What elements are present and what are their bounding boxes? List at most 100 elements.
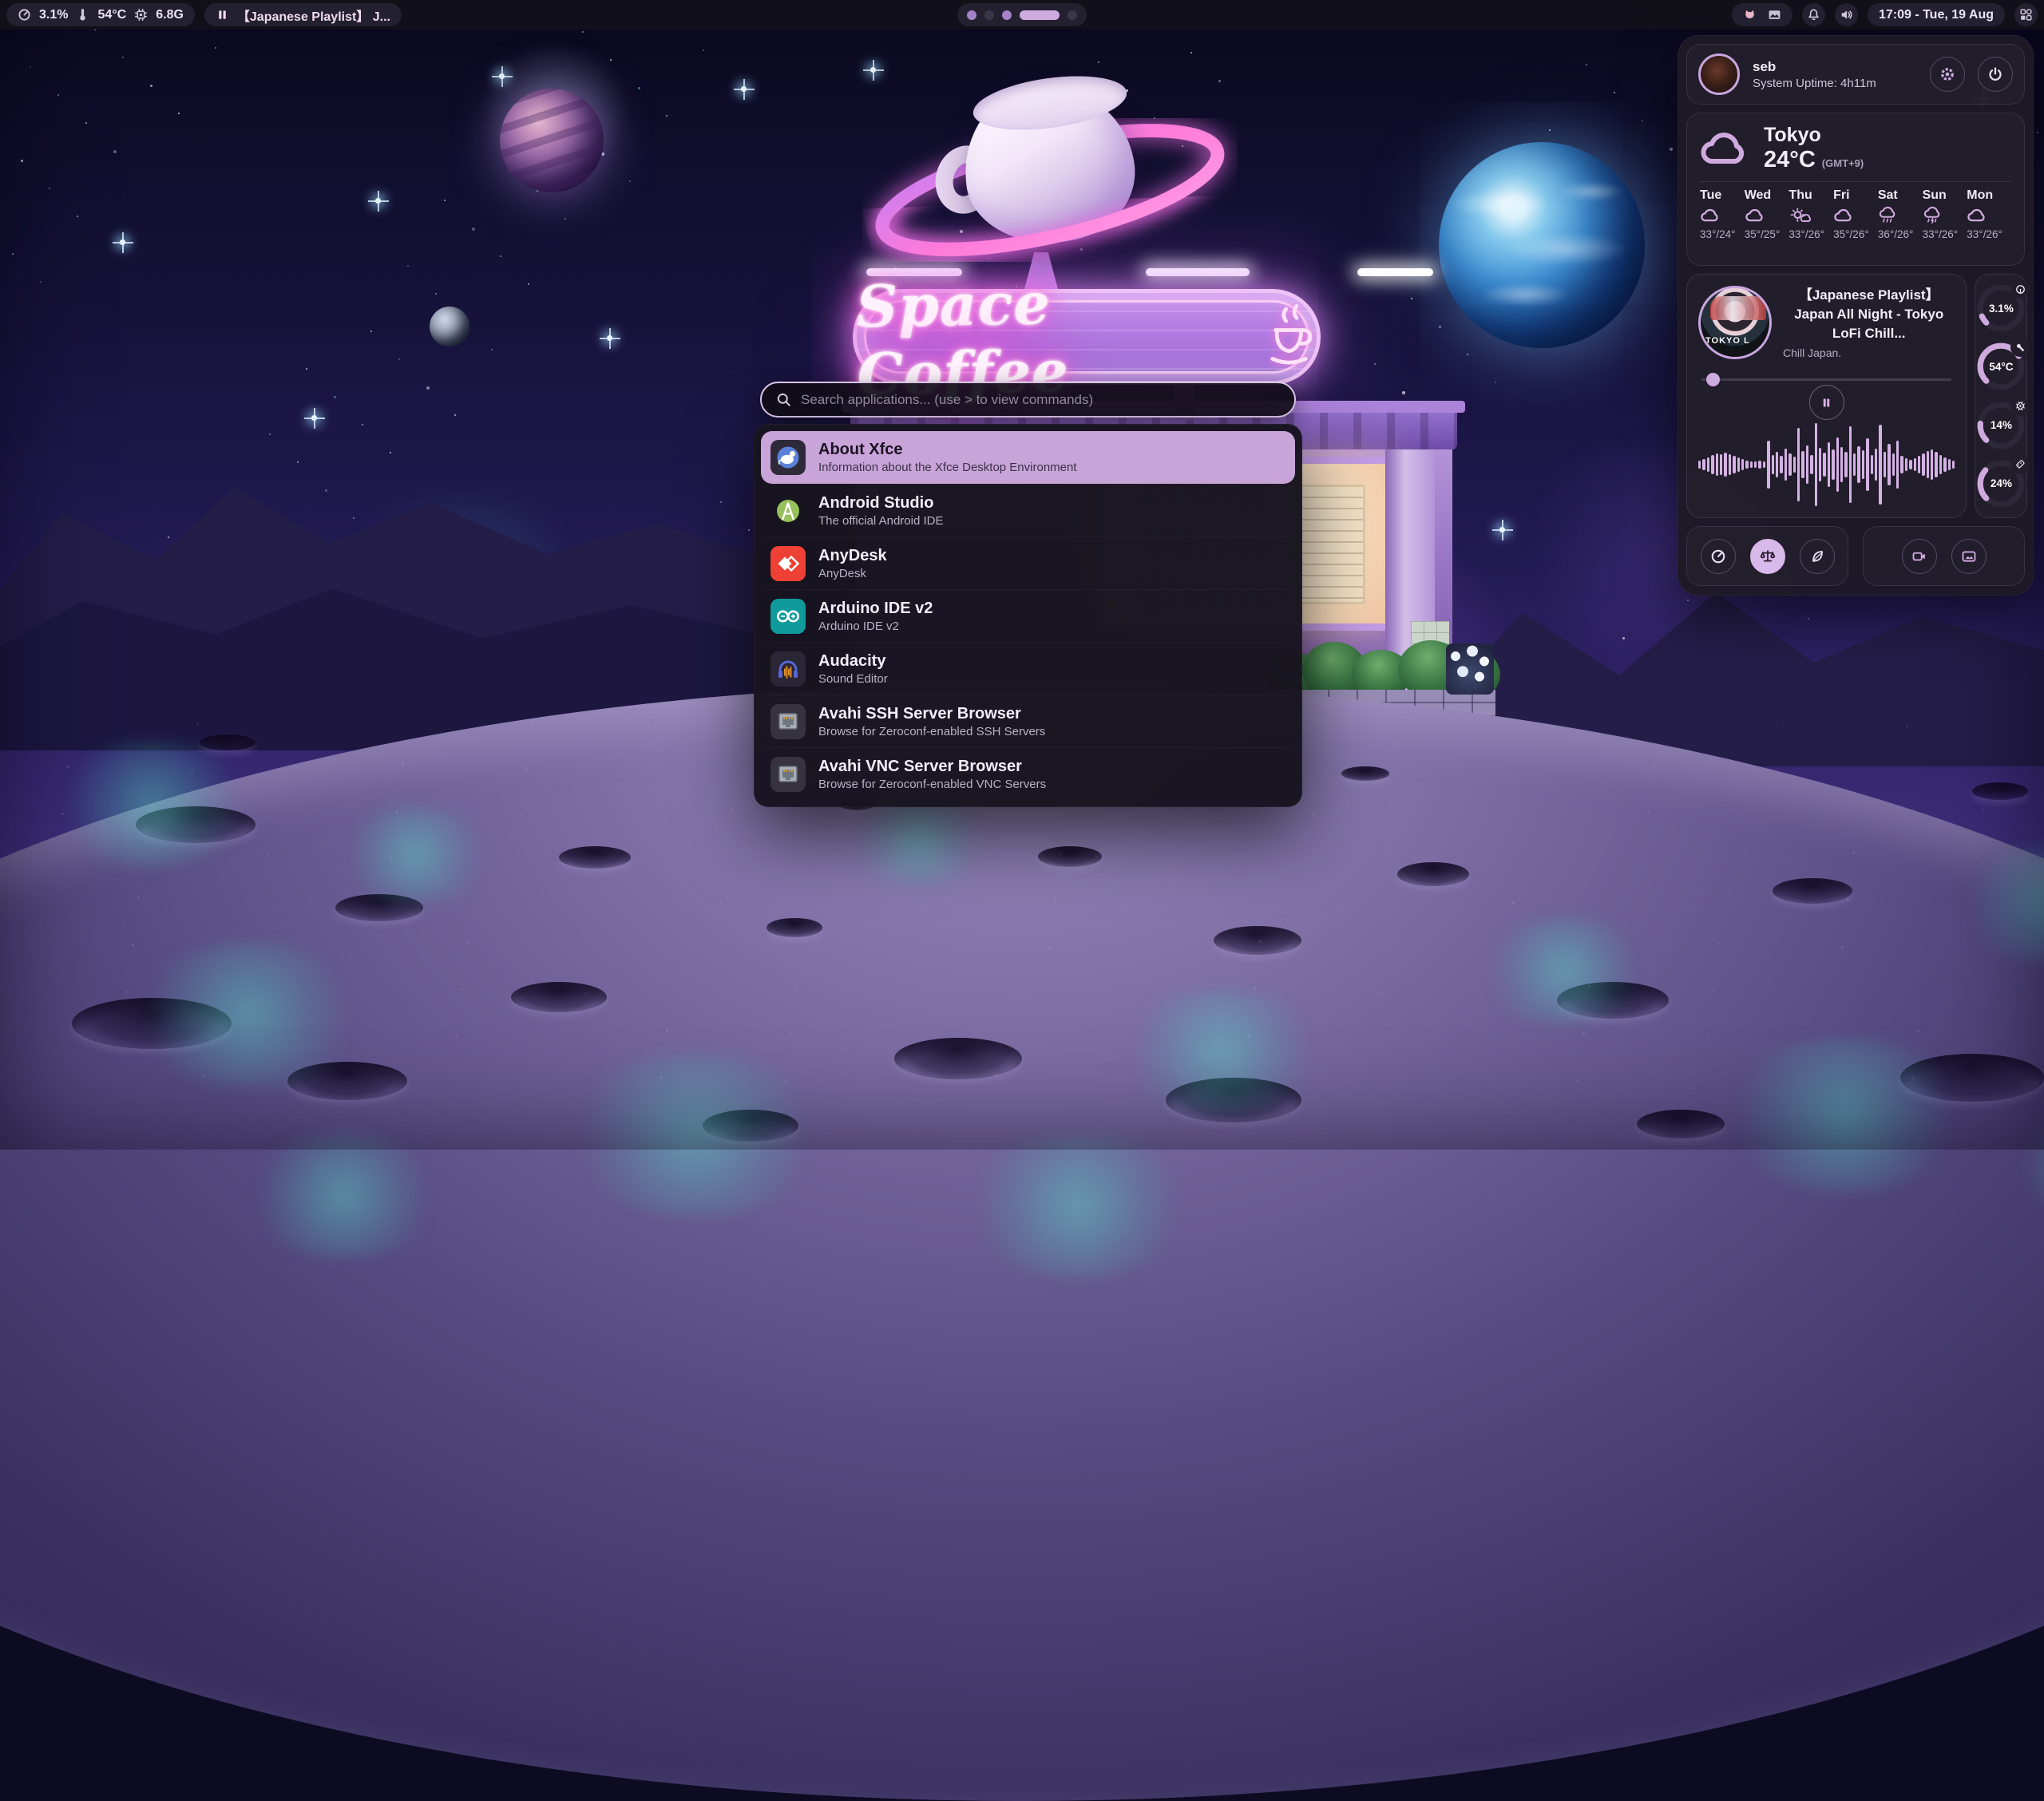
app-row-anydesk[interactable]: AnyDesk AnyDesk [761,536,1295,589]
power-icon [1987,66,2003,82]
cup-ring-front [862,118,1238,262]
moon-speck [531,720,533,722]
neon-coffee-cup-icon [1268,303,1317,371]
visualizer-bar [1754,461,1757,468]
now-playing-pill[interactable]: 【Japanese Playlist】 J... [204,3,402,26]
visualizer-bar [1952,461,1955,469]
workspace-dot-occupied[interactable] [1002,10,1012,20]
app-row-android-studio[interactable]: Android Studio The official Android IDE [761,484,1295,536]
clock-pill[interactable]: 17:09 - Tue, 19 Aug [1868,3,2005,26]
moon-speck [1518,854,1520,857]
moon-speck [1512,901,1515,904]
star [21,160,23,162]
leaf-icon [1809,548,1825,564]
crater [1773,878,1852,904]
visualizer-bar [1698,461,1701,469]
profile-balanced-button[interactable] [1750,539,1785,574]
screen-record-button[interactable] [1902,539,1937,574]
small-moon [430,307,469,346]
moon-speck [1189,809,1191,812]
xfce-mouse-icon [770,440,806,475]
app-name: About Xfce [818,441,1077,458]
app-grid-icon [2019,8,2033,22]
forecast-temps: 35°/25° [1745,228,1789,240]
moon-speck [1976,856,1979,858]
cloud-icon [1700,129,1751,168]
seek-bar[interactable] [1701,372,1951,380]
system-stats-pill[interactable]: 3.1% 54°C 6.8G [6,3,195,26]
moon-speck [655,724,657,726]
search-input[interactable] [801,392,1280,408]
power-profile-group [1686,526,1848,586]
star [472,228,475,231]
star [720,501,722,503]
workspace-dot-active[interactable] [1020,10,1060,20]
forecast-day: Fri 35°/26° [1833,188,1878,240]
moon-speck [1178,904,1180,906]
gear-icon [1939,66,1955,82]
star [1642,120,1643,121]
app-name: AnyDesk [818,547,887,564]
speedometer-icon [1710,548,1726,564]
crater [511,982,607,1012]
visualizer-bar [1772,455,1774,474]
moon-speck [2041,1034,2043,1036]
visualizer-bar [1918,456,1920,473]
glow-patch [240,1134,447,1258]
moon-speck [1248,1035,1250,1037]
glow-patch [128,942,367,1086]
visualizer-bar [1737,457,1740,472]
moon-speck [1183,857,1186,859]
launcher-search[interactable] [760,382,1296,418]
moon-speck [202,1075,204,1077]
moon-speck [137,897,140,899]
visualizer-bar [1750,461,1753,468]
visualizer-bar [1909,460,1911,469]
app-name: Audacity [818,652,888,670]
space-coffee-neon-sign: Space Coffee [853,289,1321,385]
profile-performance-button[interactable] [1701,539,1736,574]
moon-speck [1324,719,1326,722]
app-grid-button[interactable] [2014,3,2038,26]
forecast-temps: 33°/26° [1788,228,1833,240]
workspace-dot-empty[interactable] [1068,10,1077,20]
settings-button[interactable] [1930,57,1965,92]
pause-icon [216,8,229,22]
app-row-audacity[interactable]: Audacity Sound Editor [761,642,1295,695]
visualizer-bar [1823,453,1825,477]
app-row-avahi-ssh[interactable]: Avahi SSH Server Browser Browse for Zero… [761,695,1295,747]
moon-speck [849,859,851,861]
star [178,113,180,114]
bright-star [311,415,317,421]
wallpaper-icon[interactable] [1768,8,1781,22]
workspace-dot-occupied[interactable] [967,10,976,20]
profile-power-saver-button[interactable] [1800,539,1835,574]
forecast-day: Mon 33°/26° [1967,188,2011,240]
divider [1700,181,2011,182]
star [269,433,271,435]
glow-patch [335,806,495,902]
star [113,150,117,153]
cat-icon[interactable] [1743,8,1757,22]
album-art [1698,286,1772,359]
moon-speck [596,898,598,900]
moon-speck [1388,897,1391,900]
screenshot-button[interactable] [1951,539,1987,574]
workspace-dot-empty[interactable] [984,10,994,20]
crater [766,918,822,937]
app-row-avahi-vnc[interactable]: Avahi VNC Server Browser Browse for Zero… [761,747,1295,800]
disk-icon [2013,457,2027,472]
moon-speck [455,1035,458,1038]
power-button[interactable] [1978,57,2013,92]
moon-speck [331,1031,334,1034]
volume-button[interactable] [1835,3,1858,26]
glow-patch [1717,1038,1972,1191]
play-pause-button[interactable] [1809,385,1844,420]
notifications-button[interactable] [1802,3,1825,26]
app-row-arduino[interactable]: Arduino IDE v2 Arduino IDE v2 [761,589,1295,642]
crater [1038,846,1102,867]
app-name: Android Studio [818,494,943,512]
star [454,414,456,416]
app-row-about-xfce[interactable]: About Xfce Information about the Xfce De… [761,431,1295,484]
audio-visualizer [1698,423,1955,506]
